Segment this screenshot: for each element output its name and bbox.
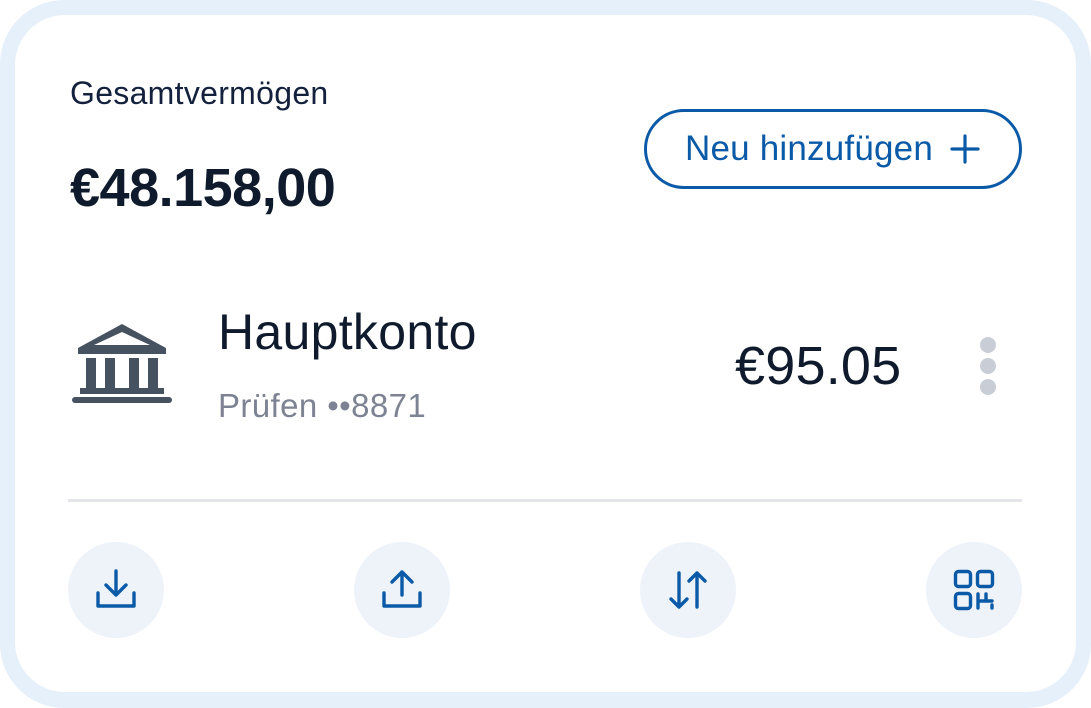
menu-dot (980, 337, 996, 353)
wealth-card: Gesamtvermögen €48.158,00 Neu hinzufügen (15, 15, 1076, 692)
plus-icon (949, 133, 981, 165)
add-new-button[interactable]: Neu hinzufügen (644, 109, 1022, 189)
account-subtitle: Prüfen ••8871 (218, 387, 427, 424)
qr-code-icon (951, 567, 997, 613)
total-label: Gesamtvermögen (70, 75, 329, 111)
send-button[interactable] (354, 542, 450, 638)
upload-icon (379, 567, 425, 613)
account-balance: €95.05 (735, 336, 902, 396)
more-vertical-icon[interactable] (972, 333, 1004, 399)
receive-button[interactable] (68, 542, 164, 638)
divider (68, 499, 1022, 502)
menu-dot (980, 379, 996, 395)
total-value: €48.158,00 (70, 158, 336, 218)
account-name: Hauptkonto (218, 304, 477, 360)
card-frame: Gesamtvermögen €48.158,00 Neu hinzufügen (0, 0, 1091, 708)
menu-dot (980, 358, 996, 374)
transfer-arrows-icon (665, 567, 711, 613)
bank-icon (70, 320, 174, 404)
add-new-button-label: Neu hinzufügen (685, 129, 933, 168)
scan-qr-button[interactable] (926, 542, 1022, 638)
transfer-button[interactable] (640, 542, 736, 638)
download-icon (93, 567, 139, 613)
